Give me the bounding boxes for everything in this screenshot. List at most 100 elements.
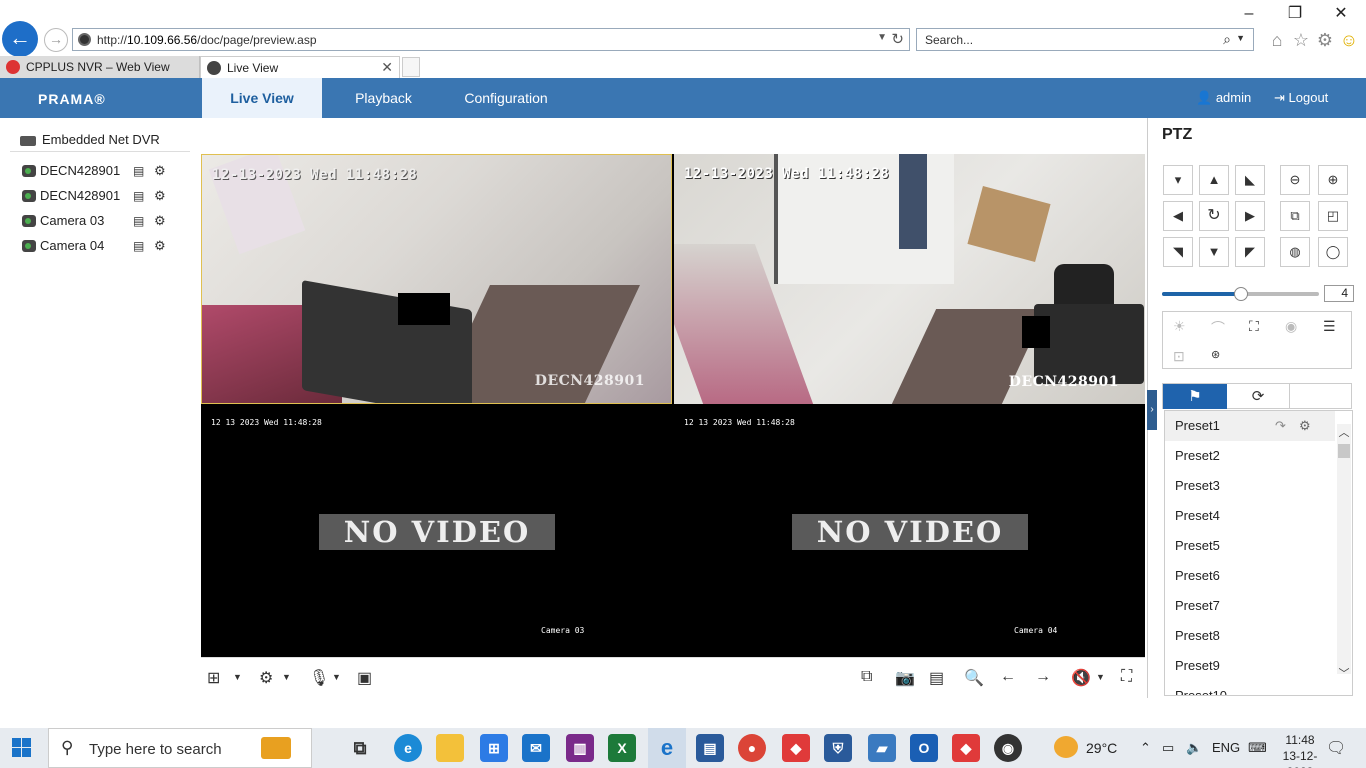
user-menu[interactable]: 👤 admin [1196,90,1251,106]
patrol-icon[interactable]: ⟳ [1227,384,1290,409]
iris-open-icon[interactable]: ◯ [1318,237,1348,267]
preset-flag-icon[interactable]: ⚑ [1163,384,1227,409]
stream-settings-icon[interactable]: ⚙ [154,213,166,229]
smiley-feedback-icon[interactable]: ☺ [1338,29,1360,51]
keyboard-icon[interactable]: ⌨ [1248,740,1267,756]
stream-settings-icon[interactable]: ⚙ [154,188,166,204]
address-dropdown-icon[interactable]: ▼ [877,32,887,43]
browser-search-input[interactable]: Search... ⌕ ▼ [916,28,1254,51]
volume-icon[interactable]: 🔈 [1186,740,1202,756]
minimize-icon[interactable]: – [1234,4,1264,24]
set-preset-gear-icon[interactable]: ⚙ [1299,411,1311,441]
scroll-up-arrow-icon[interactable]: ︿ [1337,424,1351,439]
security-app-icon[interactable]: ⛨ [824,734,852,762]
zoom-out-icon[interactable]: ⊖ [1280,165,1310,195]
video-tile-4[interactable]: 12 13 2023 Wed 11:48:28 NO VIDEO Camera … [674,406,1145,656]
close-tab-icon[interactable]: ✕ [381,59,393,76]
ptz-up-left-button[interactable]: ▾ [1163,165,1193,195]
volume-mute-icon[interactable]: 🔇 [1071,668,1091,688]
restore-icon[interactable]: ❐ [1280,4,1310,24]
weather-icon[interactable] [1054,736,1078,758]
stream-settings-icon[interactable]: ⚙ [154,238,166,254]
ptz-down-right-button[interactable]: ◤ [1235,237,1265,267]
forward-arrow-icon[interactable]: → [44,28,68,52]
focus-far-icon[interactable]: ◰ [1318,201,1348,231]
language-indicator[interactable]: ENG [1212,740,1240,755]
tab-live-view[interactable]: Live View [202,78,322,118]
taskbar-search-box[interactable]: ⚲ Type here to search [48,728,312,768]
excel-icon[interactable]: X [608,734,636,762]
mail-icon[interactable]: ✉ [522,734,550,762]
preset-item-9[interactable]: Preset9 [1165,651,1335,681]
anydesk-second-icon[interactable]: ◆ [952,734,980,762]
task-view-icon[interactable]: ⧉ [346,734,374,762]
video-tile-1[interactable]: 12-13-2023 Wed 11:48:28 DECN428901 [201,154,672,404]
chrome-icon[interactable]: ● [738,734,766,762]
stop-all-preview-icon[interactable]: ▣ [357,668,372,688]
preset-item-5[interactable]: Preset5 [1165,531,1335,561]
previous-page-icon[interactable]: ← [1000,668,1016,686]
temperature[interactable]: 29°C [1086,740,1117,756]
focus-near-icon[interactable]: ⧉ [1280,201,1310,231]
browser-tab-live-view[interactable]: Live View ✕ [200,56,400,78]
preset-item-10[interactable]: Preset10 [1165,681,1335,695]
audio-dropdown-icon[interactable]: ▼ [332,672,341,682]
taskbar-clock[interactable]: 11:48 13-12-2023 [1270,732,1330,768]
window-layout-icon[interactable]: ⊞ [207,668,220,688]
new-tab-button[interactable] [402,57,420,77]
record-icon[interactable]: ▤ [133,239,144,253]
favorites-star-icon[interactable]: ☆ [1290,29,1312,51]
digital-zoom-icon[interactable]: 🔍 [964,668,984,688]
battery-icon[interactable]: ▭ [1162,740,1174,756]
address-bar[interactable]: http://10.109.66.56/doc/page/preview.asp… [72,28,910,51]
ptz-collapse-handle[interactable]: › [1147,390,1157,430]
stream-settings-icon[interactable]: ⚙ [154,163,166,179]
preset-item-2[interactable]: Preset2 [1165,441,1335,471]
light-icon[interactable]: ☀ [1173,318,1186,335]
microphone-icon[interactable]: 🎙 [309,668,329,688]
ptz-left-button[interactable]: ◀ [1163,201,1193,231]
camera-item-3[interactable]: Camera 03 ▤ ⚙ [20,212,180,232]
fullscreen-icon[interactable]: ⛶ [1121,668,1132,686]
record-icon[interactable]: ▤ [133,214,144,228]
briefcase-icon[interactable] [261,737,291,759]
record-clip-icon[interactable]: ▤ [929,668,944,688]
preset-scrollbar[interactable] [1337,424,1351,674]
capture-camera-icon[interactable]: 📷 [895,668,915,688]
volume-dropdown-icon[interactable]: ▼ [1096,672,1105,682]
video-tile-2[interactable]: 12-13-2023 Wed 11:48:28 DECN428901 [674,154,1145,404]
tab-playback[interactable]: Playback [336,78,431,118]
layout-dropdown-icon[interactable]: ▼ [233,672,242,682]
stream-type-icon[interactable]: ⚙ [259,668,273,688]
ptz-right-button[interactable]: ▶ [1235,201,1265,231]
edge-browser-icon[interactable]: e [394,734,422,762]
winrar-icon[interactable]: ▥ [566,734,594,762]
scroll-down-arrow-icon[interactable]: ﹀ [1337,665,1351,680]
search-dropdown-icon[interactable]: ▼ [1236,33,1245,43]
iris-close-icon[interactable]: ◍ [1280,237,1310,267]
3d-positioning-icon[interactable]: ⊛ [1211,348,1220,361]
ptz-speed-slider-knob[interactable] [1234,287,1248,301]
store-icon[interactable]: ⊞ [480,734,508,762]
next-page-icon[interactable]: → [1035,668,1051,686]
preset-item-1[interactable]: Preset1 ↷ ⚙ [1165,411,1335,441]
notification-icon[interactable]: 🗨 [1326,738,1346,758]
zoom-in-icon[interactable]: ⊕ [1318,165,1348,195]
wiper-icon[interactable]: ⌒ [1211,318,1225,338]
device-tree-root[interactable]: Embedded Net DVR [20,132,160,147]
logout-button[interactable]: ⇥ Logout [1274,90,1328,106]
refresh-icon[interactable]: ↻ [891,30,904,48]
preset-item-8[interactable]: Preset8 [1165,621,1335,651]
camera-item-2[interactable]: DECN428901 ▤ ⚙ [20,187,180,207]
record-icon[interactable]: ▤ [133,189,144,203]
tab-configuration[interactable]: Configuration [452,78,560,118]
ptz-up-right-button[interactable]: ◣ [1235,165,1265,195]
menu-icon[interactable]: ☰ [1323,318,1336,335]
back-arrow-icon[interactable]: ← [2,21,38,57]
settings-gear-icon[interactable]: ⚙ [1314,29,1336,51]
internet-explorer-icon[interactable]: e [648,728,686,768]
outlook-icon[interactable]: O [910,734,938,762]
stop-preview-icon[interactable]: ⧉ [861,668,872,686]
search-icon[interactable]: ⌕ [1223,31,1231,48]
video-tile-3[interactable]: 12 13 2023 Wed 11:48:28 NO VIDEO Camera … [201,406,672,656]
